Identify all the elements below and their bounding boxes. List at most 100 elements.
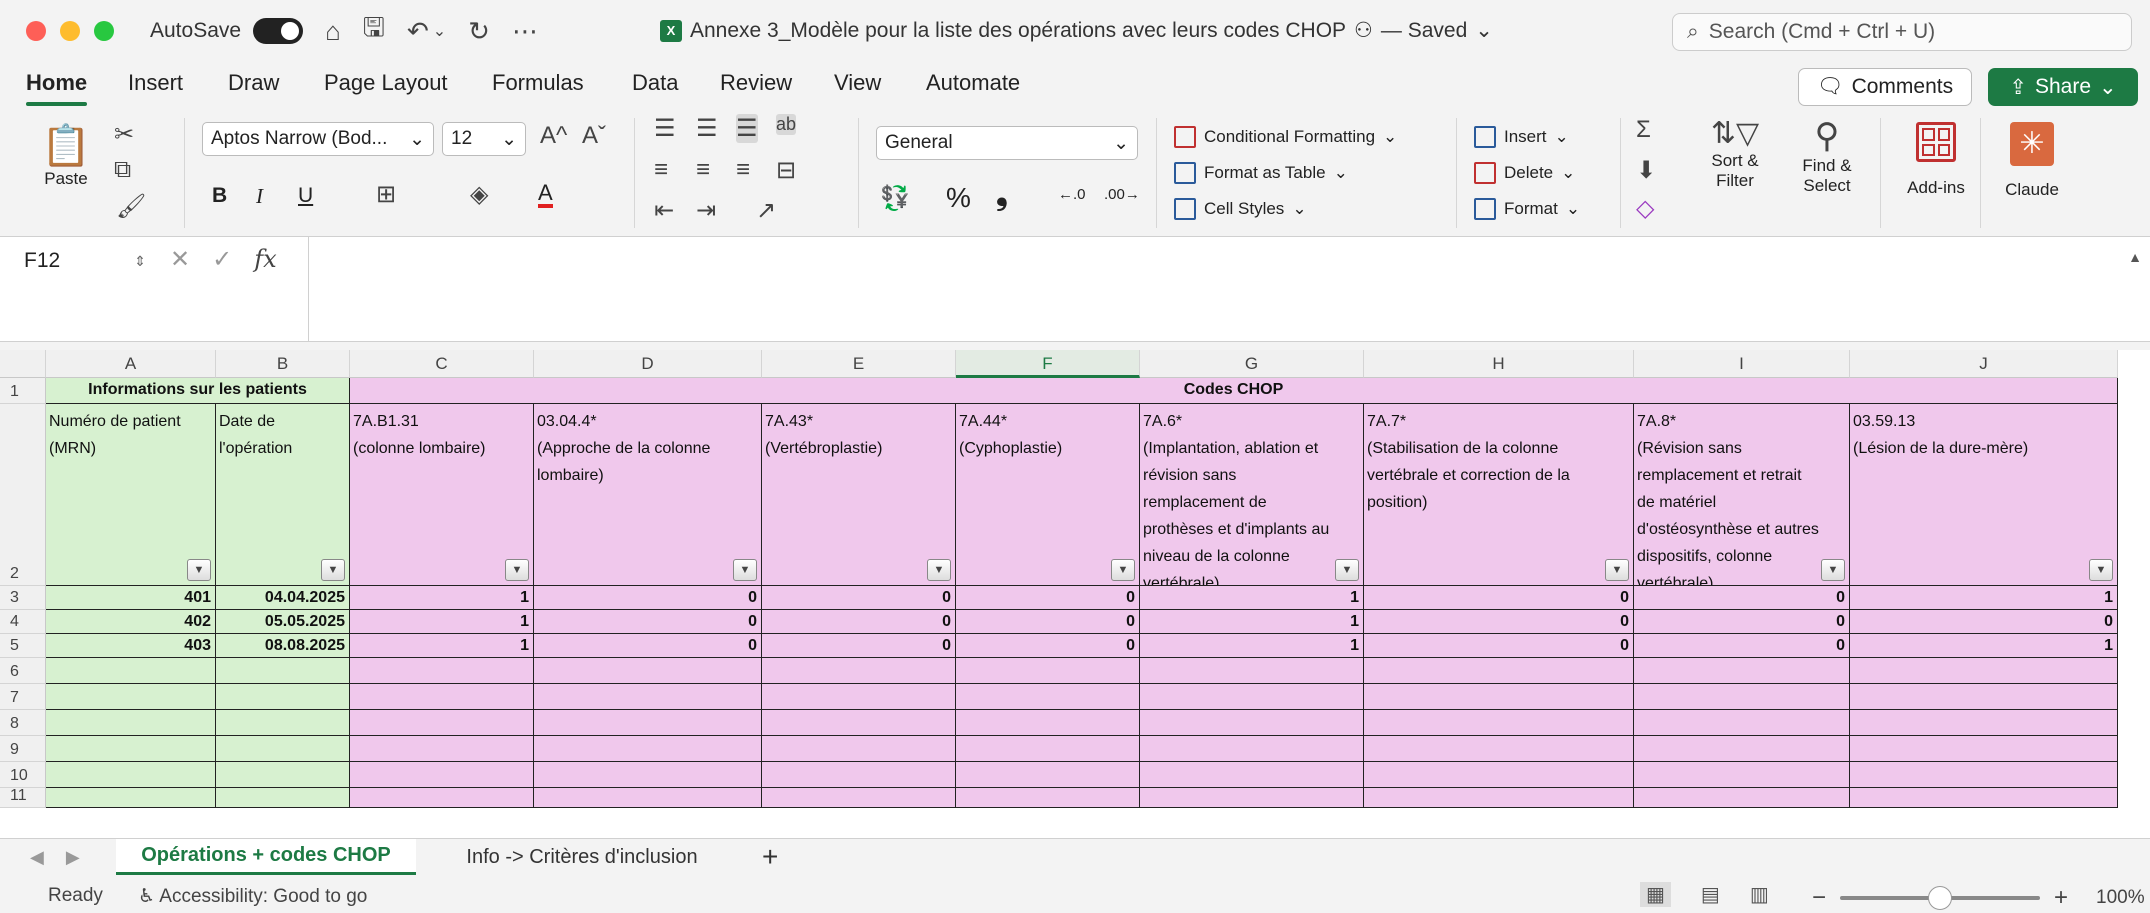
- empty-cell[interactable]: [762, 684, 956, 710]
- table-cell[interactable]: 0: [762, 634, 956, 658]
- format-painter-icon[interactable]: 🖌: [116, 192, 146, 221]
- empty-cell[interactable]: [1850, 710, 2118, 736]
- empty-cell[interactable]: [1364, 736, 1634, 762]
- empty-cell[interactable]: [216, 658, 350, 684]
- table-cell[interactable]: 0: [534, 586, 762, 610]
- conditional-formatting-button[interactable]: Conditional Formatting ⌄: [1174, 122, 1397, 152]
- empty-cell[interactable]: [534, 658, 762, 684]
- empty-cell[interactable]: [1140, 788, 1364, 808]
- sheet-tab-operations[interactable]: Opérations + codes CHOP: [116, 839, 416, 875]
- header-cell-a[interactable]: Numéro de patient (MRN) ▼: [46, 404, 216, 586]
- increase-indent-icon[interactable]: ⇥: [696, 196, 716, 225]
- format-as-table-button[interactable]: Format as Table ⌄: [1174, 158, 1397, 188]
- orientation-icon[interactable]: ↗: [756, 196, 776, 225]
- empty-cell[interactable]: [46, 658, 216, 684]
- cut-icon[interactable]: ✂: [114, 120, 134, 149]
- row-header-8[interactable]: 8: [0, 710, 46, 736]
- filter-dropdown-icon[interactable]: ▼: [733, 559, 757, 581]
- delete-cells-button[interactable]: Delete ⌄: [1474, 158, 1580, 188]
- row-header-2[interactable]: 2: [0, 404, 46, 586]
- align-bottom-icon[interactable]: ☰: [736, 114, 758, 143]
- empty-cell[interactable]: [1364, 684, 1634, 710]
- tab-formulas[interactable]: Formulas: [492, 70, 584, 96]
- empty-cell[interactable]: [956, 736, 1140, 762]
- font-color-icon[interactable]: A: [538, 182, 553, 208]
- close-window-button[interactable]: [26, 21, 46, 41]
- column-header-g[interactable]: G: [1140, 350, 1364, 378]
- empty-cell[interactable]: [534, 788, 762, 808]
- table-cell[interactable]: 0: [1634, 610, 1850, 634]
- cell-styles-button[interactable]: Cell Styles ⌄: [1174, 194, 1397, 224]
- filter-dropdown-icon[interactable]: ▼: [1821, 559, 1845, 581]
- empty-cell[interactable]: [350, 762, 534, 788]
- row-header-10[interactable]: 10: [0, 762, 46, 788]
- comma-button[interactable]: ❟: [996, 178, 1008, 212]
- copy-icon[interactable]: ⧉: [114, 156, 131, 184]
- claude-button[interactable]: ✳ Claude: [1992, 122, 2072, 200]
- italic-button[interactable]: I: [256, 184, 263, 209]
- empty-cell[interactable]: [46, 736, 216, 762]
- table-cell[interactable]: 0: [762, 586, 956, 610]
- empty-cell[interactable]: [956, 684, 1140, 710]
- empty-cell[interactable]: [1634, 788, 1850, 808]
- tab-draw[interactable]: Draw: [228, 70, 279, 96]
- table-cell[interactable]: 1: [350, 610, 534, 634]
- empty-cell[interactable]: [1634, 736, 1850, 762]
- font-size-dropdown[interactable]: 12 ⌄: [442, 122, 526, 156]
- table-cell[interactable]: 0: [956, 634, 1140, 658]
- empty-cell[interactable]: [534, 710, 762, 736]
- insert-cells-button[interactable]: Insert ⌄: [1474, 122, 1580, 152]
- empty-cell[interactable]: [350, 684, 534, 710]
- empty-cell[interactable]: [46, 788, 216, 808]
- table-cell[interactable]: 401: [46, 586, 216, 610]
- empty-cell[interactable]: [1364, 762, 1634, 788]
- empty-cell[interactable]: [956, 762, 1140, 788]
- find-select-button[interactable]: ⚲ Find & Select: [1782, 116, 1872, 196]
- merge-center-icon[interactable]: ⊟: [776, 156, 796, 185]
- save-icon[interactable]: 🖫: [363, 9, 385, 53]
- header-cell-i[interactable]: 7A.8* (Révision sans remplacement et retra…: [1634, 404, 1850, 586]
- empty-cell[interactable]: [1140, 658, 1364, 684]
- table-cell[interactable]: 1: [1140, 634, 1364, 658]
- table-cell[interactable]: 08.08.2025: [216, 634, 350, 658]
- table-cell[interactable]: 0: [956, 610, 1140, 634]
- fill-color-icon[interactable]: ◈: [470, 180, 488, 209]
- empty-cell[interactable]: [216, 788, 350, 808]
- page-break-view-icon[interactable]: ▥: [1750, 882, 1769, 907]
- table-cell[interactable]: 1: [1140, 586, 1364, 610]
- underline-button[interactable]: U: [298, 184, 313, 208]
- empty-cell[interactable]: [350, 658, 534, 684]
- empty-cell[interactable]: [762, 658, 956, 684]
- empty-cell[interactable]: [762, 710, 956, 736]
- decrease-decimal-icon[interactable]: .00→: [1104, 186, 1140, 203]
- empty-cell[interactable]: [1140, 736, 1364, 762]
- filter-dropdown-icon[interactable]: ▼: [2089, 559, 2113, 581]
- row-header-4[interactable]: 4: [0, 610, 46, 634]
- empty-cell[interactable]: [1634, 684, 1850, 710]
- table-cell[interactable]: 1: [1850, 586, 2118, 610]
- format-cells-button[interactable]: Format ⌄: [1474, 194, 1580, 224]
- filter-dropdown-icon[interactable]: ▼: [321, 559, 345, 581]
- autosave-toggle[interactable]: [253, 18, 304, 44]
- empty-cell[interactable]: [46, 710, 216, 736]
- column-header-f[interactable]: F: [956, 350, 1140, 378]
- header-cell-g[interactable]: 7A.6* (Implantation, ablation et révision …: [1140, 404, 1364, 586]
- home-icon[interactable]: ⌂: [325, 16, 341, 47]
- document-title-area[interactable]: X Annexe 3_Modèle pour la liste des opér…: [660, 18, 1493, 43]
- empty-cell[interactable]: [216, 710, 350, 736]
- row-header-11[interactable]: 11: [0, 787, 46, 808]
- empty-cell[interactable]: [534, 684, 762, 710]
- patients-group-header[interactable]: Informations sur les patients: [46, 378, 350, 404]
- column-header-a[interactable]: A: [46, 350, 216, 378]
- share-button[interactable]: ⇪ Share ⌄: [1988, 68, 2138, 106]
- empty-cell[interactable]: [216, 762, 350, 788]
- table-cell[interactable]: 402: [46, 610, 216, 634]
- header-cell-e[interactable]: 7A.43* (Vertébroplastie) ▼: [762, 404, 956, 586]
- empty-cell[interactable]: [1634, 762, 1850, 788]
- tab-home[interactable]: Home: [26, 70, 88, 106]
- addins-button[interactable]: Add-ins: [1886, 122, 1986, 198]
- percent-button[interactable]: %: [946, 182, 971, 214]
- table-cell[interactable]: 1: [1850, 634, 2118, 658]
- table-cell[interactable]: 1: [350, 586, 534, 610]
- empty-cell[interactable]: [762, 788, 956, 808]
